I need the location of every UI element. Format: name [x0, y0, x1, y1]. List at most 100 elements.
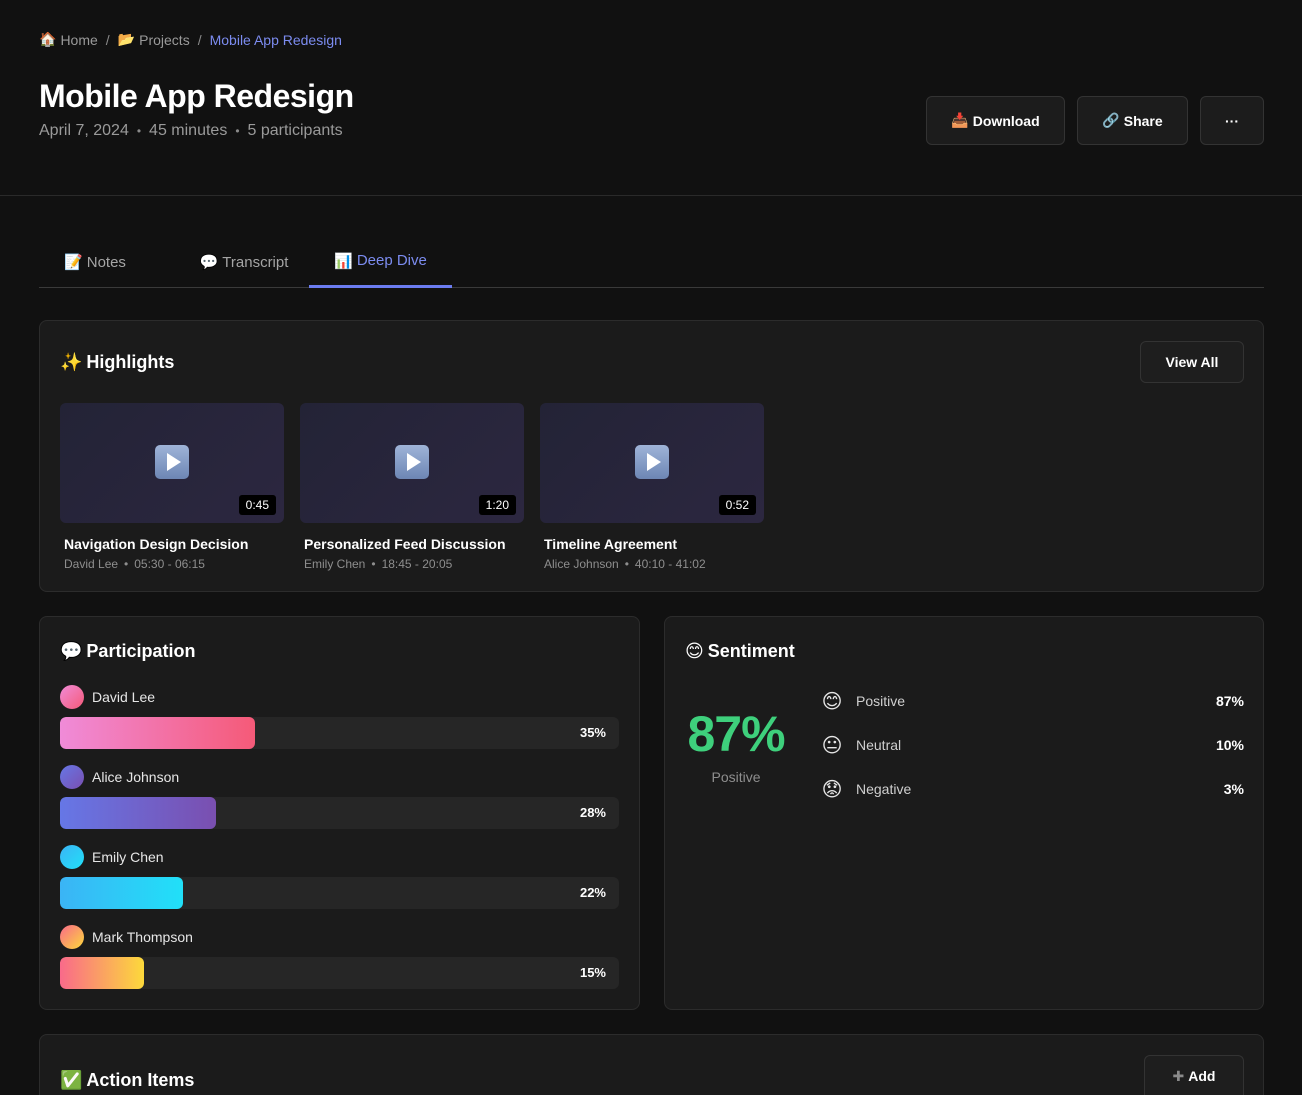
participation-percent: 28%	[579, 805, 606, 820]
sentiment-value: 10%	[1215, 737, 1244, 753]
sentiment-value: 87%	[1215, 693, 1244, 709]
meta-dot: •	[624, 557, 629, 571]
action-items-card: ✅ Action Items ✚ Add	[39, 1034, 1264, 1095]
tab-transcript-label: Transcript	[222, 253, 289, 271]
bar-chart-icon: 📊	[334, 251, 353, 270]
sentiment-title: 😊 Sentiment	[685, 641, 795, 662]
house-icon: 🏠	[39, 32, 57, 48]
clip-range: 18:45 - 20:05	[381, 557, 453, 571]
participant-header: Emily Chen	[60, 845, 619, 869]
view-all-button-label: View All	[1165, 354, 1219, 370]
clip-duration: 0:52	[718, 495, 756, 515]
speech-bubble-icon: 💬	[199, 253, 219, 271]
participation-title: 💬 Participation	[60, 641, 195, 662]
participation-bar: 28%	[60, 797, 619, 829]
clip-speaker: David Lee	[64, 557, 119, 571]
folder-icon: 📂	[117, 32, 136, 48]
participation-card: 💬 Participation David Lee 35% Alice John…	[39, 616, 640, 1010]
tab-notes[interactable]: 📝 Notes	[39, 236, 151, 288]
highlights-title: ✨ Highlights	[60, 352, 174, 373]
participant-row: David Lee 35%	[60, 685, 619, 749]
sparkles-icon: ✨	[60, 352, 83, 373]
clip-thumbnail[interactable]: 1:20	[300, 403, 524, 523]
tab-deep-dive-label: Deep Dive	[356, 252, 427, 269]
participant-row: Mark Thompson 15%	[60, 925, 619, 989]
download-button-label: Download	[972, 112, 1040, 129]
breadcrumb-home[interactable]: 🏠 Home	[39, 32, 98, 48]
participation-bar-fill	[60, 877, 183, 909]
participant-name: David Lee	[92, 689, 156, 705]
participant-name: Emily Chen	[92, 849, 164, 865]
meta-dot: •	[136, 124, 142, 138]
sentiment-row: 😐 Neutral 10%	[820, 733, 1244, 757]
breadcrumb-separator: /	[105, 32, 110, 48]
more-options-button[interactable]: ···	[1200, 96, 1264, 145]
memo-icon: 📝	[64, 253, 83, 271]
add-button-label: Add	[1188, 1068, 1216, 1084]
participation-bar-fill	[60, 717, 255, 749]
participation-percent: 35%	[579, 725, 606, 740]
meeting-participants: 5 participants	[247, 122, 343, 139]
view-all-button[interactable]: View All	[1140, 341, 1244, 383]
smiling-face-icon: 😊	[821, 689, 843, 713]
check-mark-icon: ✅	[60, 1070, 83, 1091]
avatar	[60, 925, 84, 949]
sentiment-label: Positive	[856, 693, 906, 709]
tab-transcript[interactable]: 💬 Transcript	[169, 236, 319, 288]
breadcrumb-home-label: Home	[60, 32, 98, 48]
clip-meta: David Lee • 05:30 - 06:15	[60, 557, 284, 571]
participation-title-label: Participation	[86, 641, 196, 661]
breadcrumb-current: Mobile App Redesign	[209, 32, 342, 48]
clip-title: Personalized Feed Discussion	[304, 536, 506, 552]
sentiment-score-label: Positive	[711, 769, 761, 785]
worried-face-icon: 😟	[821, 777, 843, 801]
breadcrumb-projects[interactable]: 📂 Projects	[118, 32, 190, 48]
add-action-item-button[interactable]: ✚ Add	[1144, 1055, 1244, 1095]
participant-header: Mark Thompson	[60, 925, 619, 949]
clip-range: 05:30 - 06:15	[134, 557, 205, 571]
play-icon[interactable]	[155, 445, 189, 479]
avatar	[60, 685, 84, 709]
smiling-face-icon: 😊	[685, 641, 704, 662]
breadcrumb: 🏠 Home / 📂 Projects / Mobile App Redesig…	[39, 32, 342, 48]
page-header: 🏠 Home / 📂 Projects / Mobile App Redesig…	[0, 0, 1302, 196]
participant-name: Alice Johnson	[92, 769, 180, 785]
tab-deep-dive[interactable]: 📊 Deep Dive	[309, 236, 452, 288]
download-button[interactable]: 📥 Download	[926, 96, 1065, 145]
meeting-date: April 7, 2024	[39, 122, 129, 139]
link-icon: 🔗	[1102, 112, 1120, 129]
play-icon[interactable]	[635, 445, 669, 479]
highlight-clip[interactable]: 0:45 Navigation Design Decision David Le…	[60, 403, 284, 571]
participant-header: Alice Johnson	[60, 765, 619, 789]
sentiment-score: 87%	[687, 706, 785, 762]
tab-bar: 📝 Notes 💬 Transcript 📊 Deep Dive	[39, 236, 1264, 288]
highlights-title-label: Highlights	[86, 352, 175, 372]
breadcrumb-projects-label: Projects	[139, 32, 190, 48]
avatar	[60, 765, 84, 789]
highlights-card: ✨ Highlights View All 0:45 Navigation De…	[39, 320, 1264, 592]
clip-range: 40:10 - 41:02	[634, 557, 706, 571]
share-button-label: Share	[1123, 112, 1163, 129]
play-icon[interactable]	[395, 445, 429, 479]
clip-thumbnail[interactable]: 0:52	[540, 403, 764, 523]
avatar	[60, 845, 84, 869]
action-items-title-label: Action Items	[86, 1070, 195, 1090]
participation-bar-fill	[60, 797, 216, 829]
clip-meta: Emily Chen • 18:45 - 20:05	[300, 557, 524, 571]
highlight-clip[interactable]: 0:52 Timeline Agreement Alice Johnson • …	[540, 403, 764, 571]
participant-name: Mark Thompson	[92, 929, 193, 945]
clip-thumbnail[interactable]: 0:45	[60, 403, 284, 523]
clip-meta: Alice Johnson • 40:10 - 41:02	[540, 557, 764, 571]
sentiment-card: 😊 Sentiment 87% Positive 😊 Positive 87% …	[664, 616, 1264, 1010]
highlight-clip[interactable]: 1:20 Personalized Feed Discussion Emily …	[300, 403, 524, 571]
participant-header: David Lee	[60, 685, 619, 709]
meta-dot: •	[124, 557, 129, 571]
neutral-face-icon: 😐	[821, 733, 843, 757]
sentiment-label: Negative	[856, 781, 912, 797]
breadcrumb-separator: /	[197, 32, 202, 48]
inbox-tray-icon: 📥	[951, 112, 969, 129]
share-button[interactable]: 🔗 Share	[1077, 96, 1188, 145]
clip-title: Timeline Agreement	[544, 536, 678, 552]
sentiment-value: 3%	[1223, 781, 1244, 797]
page-title: Mobile App Redesign	[39, 78, 354, 114]
